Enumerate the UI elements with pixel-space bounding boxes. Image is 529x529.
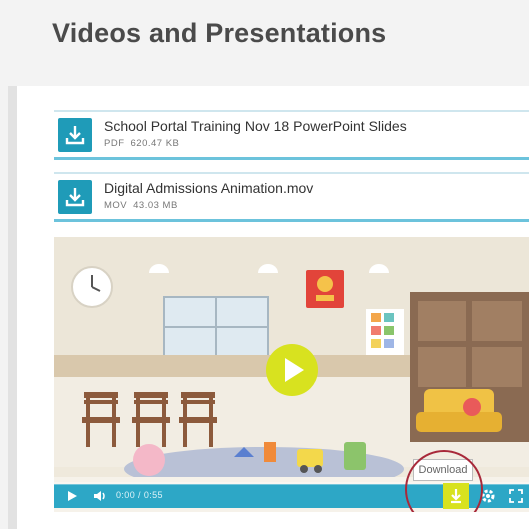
play-icon[interactable] (64, 488, 80, 504)
file-item-mov[interactable]: Digital Admissions Animation.mov MOV 43.0… (54, 172, 529, 222)
file-name[interactable]: School Portal Training Nov 18 PowerPoint… (104, 118, 407, 134)
fullscreen-icon[interactable] (508, 488, 524, 504)
download-icon[interactable] (58, 180, 92, 214)
page: Videos and Presentations School Portal T… (0, 0, 529, 529)
file-name[interactable]: Digital Admissions Animation.mov (104, 180, 313, 196)
time-display: 0:00 / 0:55 (116, 490, 163, 500)
file-type: MOV (104, 200, 128, 211)
left-divider (8, 86, 17, 529)
download-icon[interactable] (58, 118, 92, 152)
file-type: PDF (104, 138, 125, 149)
bottom-strip (54, 512, 529, 529)
page-title: Videos and Presentations (52, 18, 387, 48)
file-size: 620.47 KB (130, 138, 180, 149)
header: Videos and Presentations (0, 0, 529, 86)
file-size: 43.03 MB (133, 200, 178, 211)
file-item-pdf[interactable]: School Portal Training Nov 18 PowerPoint… (54, 110, 529, 160)
volume-icon[interactable] (92, 488, 108, 504)
file-meta: PDF 620.47 KB (104, 138, 185, 149)
file-meta: MOV 43.03 MB (104, 200, 184, 211)
